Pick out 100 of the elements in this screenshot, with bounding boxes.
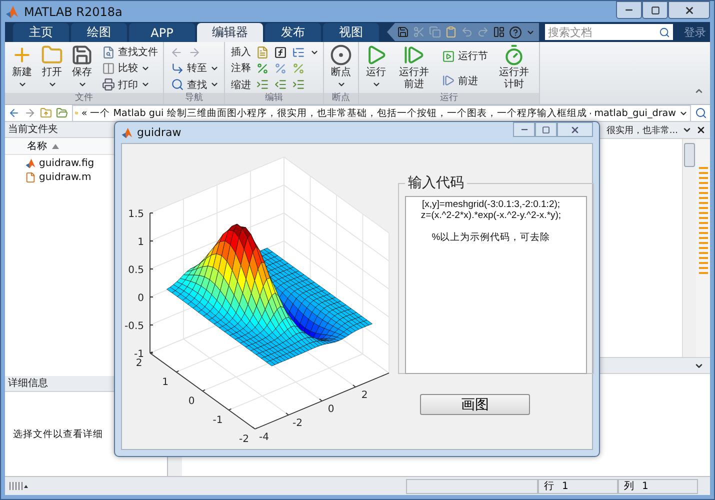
matlab-logo-icon [121,126,133,138]
ribbon-button[interactable]: 保存 [69,44,95,93]
outdent-icon[interactable] [274,78,287,92]
ribbon-tab[interactable]: APP [129,23,195,42]
close-icon[interactable] [696,125,706,135]
sign-in-link[interactable]: 登录 [684,24,706,40]
ribbon-label[interactable]: 插入 [231,45,251,60]
group-label: 导航 [164,93,224,104]
forward-icon[interactable] [24,107,36,119]
minimize-button[interactable] [513,122,535,137]
caret-icon [78,80,86,89]
ribbon-button[interactable]: 打印 [101,76,159,93]
status-value: 1 [562,480,568,492]
ribbon-tab[interactable]: 主页 [13,23,69,42]
collapse-icon[interactable] [694,86,704,96]
axis-tick-label: 2 [361,390,368,401]
run-advance-icon [403,44,425,66]
group-label: 断点 [324,93,358,104]
ribbon-label[interactable]: 缩进 [231,78,251,92]
browse-folder-icon[interactable] [56,107,68,119]
axis-tick-label: 0 [328,404,334,415]
ribbon-button[interactable]: 新建 [9,44,35,93]
ribbon-button[interactable]: 前进 [441,72,489,89]
up-folder-icon[interactable] [40,107,52,119]
back-icon[interactable] [8,107,20,119]
go-to-icon [171,62,184,75]
ribbon-button[interactable]: 运行节 [441,48,489,64]
function-icon[interactable] [274,46,287,59]
ribbon-button[interactable]: 运行 [363,44,389,93]
script-file-icon [25,172,36,182]
ribbon-tab[interactable]: 绘图 [71,23,127,42]
file-item[interactable]: guidraw.m [25,170,92,184]
forward-icon[interactable] [188,46,201,59]
search-button[interactable] [655,24,673,40]
status-value: 1 [642,480,648,492]
find-file-icon [102,46,115,59]
search-icon [171,78,184,92]
ribbon-button[interactable]: 打开 [39,44,65,93]
code-input-field[interactable]: [x,y]=meshgrid(-3:0.1:3,-2:0.1:2); z=(x.^2-2*x).*exp(-x.^2-y.^2-x.*y); %以上为示例代码，可去除 [405,196,587,374]
column-header[interactable]: 名称 [25,139,61,153]
ribbon-button[interactable]: 转至 [170,60,220,76]
axis-tick-label: -4 [259,432,269,443]
ribbon-button[interactable]: 断点 [328,44,354,93]
close-button[interactable] [668,1,710,19]
section-icon[interactable] [292,46,305,59]
back-icon[interactable] [170,46,183,59]
status-label: 行 [544,480,554,493]
path-segment[interactable]: 一个 Matlab gui 绘制三维曲面图小程序，很实用，也非常基础，包括一个按钮，一个图表，一个程序输入框组成 [90,106,587,120]
close-icon [684,4,694,16]
document-icon[interactable] [256,46,269,59]
matlab-logo-icon [25,158,36,168]
printer-icon [102,78,115,92]
editor-tab[interactable]: 很实用，也非常... [606,124,678,136]
save-icon [71,44,93,66]
file-item[interactable]: guidraw.fig [25,156,94,170]
maximize-button[interactable] [535,122,557,137]
ribbon-button[interactable]: 查找 [170,76,220,93]
save-icon[interactable] [397,26,409,38]
group-label: 编辑 [225,93,323,104]
ribbon-tab[interactable]: 编辑器 [197,23,263,42]
close-button[interactable] [557,122,593,137]
caret-icon [372,80,380,89]
caret-icon [336,80,346,89]
run-section-icon [442,50,455,63]
minimize-button[interactable] [616,1,642,19]
panel-title: 输入代码 [407,174,465,192]
layout-icon[interactable] [493,26,505,38]
indent-icon[interactable] [256,78,269,92]
ribbon-tab[interactable]: 视图 [323,23,379,42]
axis-tick-label: -0.5 [124,321,144,332]
timer-icon [503,44,525,66]
ribbon-button[interactable]: 运行并计时 [493,44,535,93]
ribbon-button[interactable]: 运行并前进 [393,44,435,93]
path-text: « [81,108,88,118]
axis-tick-label: 2 [136,358,142,369]
axis-tick-label: -2 [292,418,302,429]
maximize-button[interactable] [642,1,668,19]
paste-icon[interactable] [445,26,457,38]
ribbon-button[interactable]: 比较 [101,60,159,76]
path-segment[interactable]: matlab_gui_draw [594,108,676,118]
percent-icon[interactable] [256,62,269,75]
search-field[interactable]: 搜索文档 [545,24,655,40]
axis-tick-label: -1 [134,349,144,360]
percent-icon[interactable] [292,62,305,75]
axis-tick-label: -1 [212,415,223,426]
window-title: MATLAB R2018a [24,4,122,18]
matlab-logo-icon [5,4,19,18]
search-icon[interactable] [695,107,707,119]
grip-icon [9,481,29,491]
indent-icon[interactable] [292,78,305,92]
maximize-icon [650,6,660,14]
axis-tick-label: 0.5 [128,265,144,276]
ribbon-button[interactable]: 查找文件 [101,44,159,60]
close-icon [570,124,580,134]
help-icon[interactable] [509,26,522,38]
plot-button[interactable]: 画图 [420,394,530,415]
ribbon-tab[interactable]: 发布 [265,23,321,42]
breakpoint-icon [330,44,352,66]
ribbon-label[interactable]: 注释 [231,61,251,76]
group-label: 运行 [359,93,539,104]
